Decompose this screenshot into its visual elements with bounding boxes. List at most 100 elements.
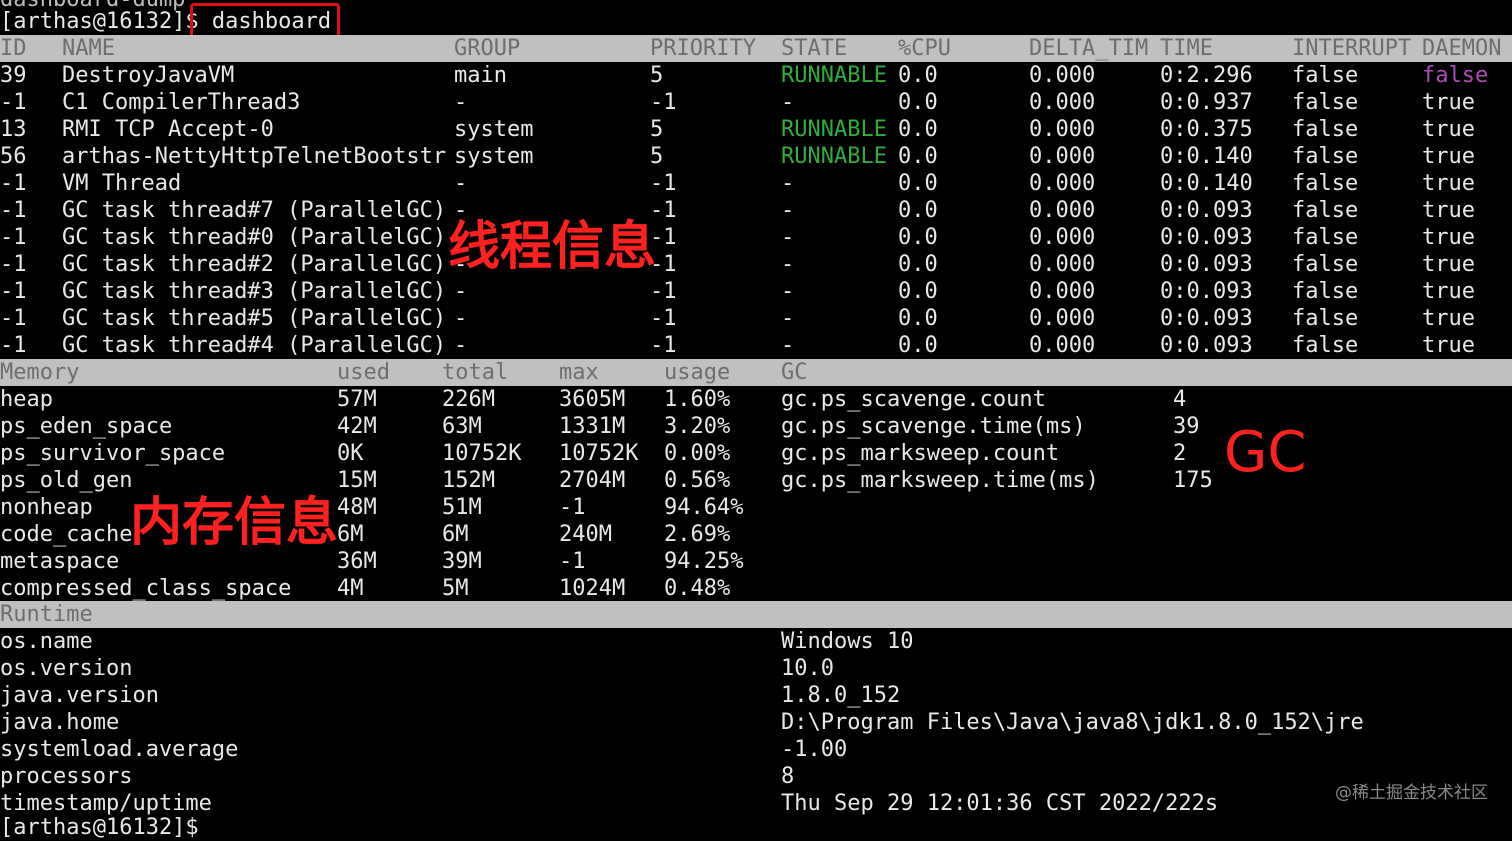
runtime-value: Windows 10 [781, 629, 914, 654]
thread-interrupt: false [1292, 225, 1359, 250]
thread-cpu: 0.0 [898, 279, 938, 304]
memory-usage: 94.25% [664, 549, 744, 574]
memory-name: metaspace [0, 549, 120, 574]
thread-name: GC task thread#3 (ParallelGC) [62, 279, 447, 304]
thread-row[interactable]: -1 GC task thread#4 (ParallelGC) - -1-0.0 0.… [0, 332, 1512, 359]
thread-id: -1 [0, 333, 27, 358]
runtime-row: os.name Windows 10 [0, 628, 1512, 655]
col-name: NAME [62, 36, 115, 61]
thread-id: -1 [0, 90, 27, 115]
thread-delta-time: 0.000 [1029, 90, 1096, 115]
thread-id: 13 [0, 117, 27, 142]
col-memory: Memory [0, 360, 80, 385]
memory-row: nonheap 48M 51M -1 94.64% [0, 494, 780, 521]
thread-daemon: true [1422, 225, 1475, 250]
thread-name: RMI TCP Accept-0 [62, 117, 274, 142]
thread-id: -1 [0, 171, 27, 196]
thread-id: -1 [0, 225, 27, 250]
col-daemon: DAEMON [1422, 36, 1502, 61]
thread-group: - [454, 333, 468, 358]
runtime-key: java.home [0, 710, 120, 735]
thread-interrupt: false [1292, 252, 1359, 277]
thread-priority: -1 [650, 333, 677, 358]
thread-group: - [454, 171, 468, 196]
thread-daemon: false [1422, 63, 1489, 88]
thread-cpu: 0.0 [898, 90, 938, 115]
thread-delta-time: 0.000 [1029, 306, 1096, 331]
thread-row[interactable]: -1 GC task thread#5 (ParallelGC) - -1-0.0 0.… [0, 305, 1512, 332]
thread-row[interactable]: -1 C1 CompilerThread3 - -1 - 0.0 0.000 0:0.937 f… [0, 89, 1512, 116]
thread-row[interactable]: 39 DestroyJavaVM main 5 RUNNABLE 0.0 0.000 0:2.… [0, 62, 1512, 89]
runtime-value: Thu Sep 29 12:01:36 CST 2022/222s [781, 791, 1219, 816]
thread-row[interactable]: -1 GC task thread#0 (ParallelGC) - -1-0.0 0.… [0, 224, 1512, 251]
memory-used: 48M [337, 495, 377, 520]
shell-prompt: [arthas@16132]$ [0, 9, 212, 34]
thread-daemon: true [1422, 279, 1475, 304]
thread-state: RUNNABLE [781, 63, 887, 88]
thread-row[interactable]: -1 VM Thread - -1 - 0.0 0.000 0:0.140 false true [0, 170, 1512, 197]
memory-total: 6M [442, 522, 469, 547]
thread-table-header: ID NAME GROUP PRIORITY STATE %CPU DELTA_… [0, 35, 1512, 62]
memory-total: 39M [442, 549, 482, 574]
thread-id: -1 [0, 198, 27, 223]
threads-annotation: 线程信息 [448, 217, 657, 277]
thread-interrupt: false [1292, 198, 1359, 223]
thread-delta-time: 0.000 [1029, 171, 1096, 196]
thread-daemon: true [1422, 306, 1475, 331]
thread-time: 0:0.140 [1160, 144, 1253, 169]
thread-state: - [781, 171, 795, 196]
memory-name: nonheap [0, 495, 93, 520]
memory-max: -1 [559, 495, 586, 520]
gc-value: 39 [1173, 414, 1200, 439]
runtime-key: timestamp/uptime [0, 791, 212, 816]
thread-cpu: 0.0 [898, 306, 938, 331]
runtime-value: 10.0 [781, 656, 834, 681]
thread-row[interactable]: -1 GC task thread#7 (ParallelGC) - -1-0.0 0.… [0, 197, 1512, 224]
thread-row[interactable]: -1 GC task thread#2 (ParallelGC) - -1-0.0 0.… [0, 251, 1512, 278]
memory-annotation: 内存信息 [130, 493, 339, 553]
memory-total: 5M [442, 576, 469, 601]
memory-max: 1024M [559, 576, 626, 601]
thread-cpu: 0.0 [898, 171, 938, 196]
memory-used: 4M [337, 576, 364, 601]
col-cpu: %CPU [898, 36, 951, 61]
runtime-value: 1.8.0_152 [781, 683, 901, 708]
thread-row[interactable]: 56 arthas-NettyHttpTelnetBootstr system 5 RU… [0, 143, 1512, 170]
thread-id: 39 [0, 63, 27, 88]
memory-usage: 0.48% [664, 576, 731, 601]
thread-name: DestroyJavaVM [62, 63, 235, 88]
thread-delta-time: 0.000 [1029, 333, 1096, 358]
thread-row[interactable]: 13 RMI TCP Accept-0 system 5 RUNNABLE 0.0 0.00… [0, 116, 1512, 143]
thread-name: GC task thread#4 (ParallelGC) [62, 333, 447, 358]
thread-id: -1 [0, 306, 27, 331]
thread-row[interactable]: -1 GC task thread#3 (ParallelGC) - -1-0.0 0.… [0, 278, 1512, 305]
thread-delta-time: 0.000 [1029, 225, 1096, 250]
memory-used: 6M [337, 522, 364, 547]
memory-row: metaspace 36M 39M -1 94.25% [0, 548, 780, 575]
thread-delta-time: 0.000 [1029, 198, 1096, 223]
next-shell-prompt[interactable]: [arthas@16132]$ [0, 814, 199, 841]
thread-daemon: true [1422, 333, 1475, 358]
thread-name: GC task thread#2 (ParallelGC) [62, 252, 447, 277]
runtime-row: java.home D:\Program Files\Java\java8\jdk… [0, 709, 1512, 736]
col-priority: PRIORITY [650, 36, 756, 61]
memory-max: 240M [559, 522, 612, 547]
memory-name: compressed_class_space [0, 576, 292, 601]
col-group: GROUP [454, 36, 521, 61]
memory-usage: 94.64% [664, 495, 744, 520]
thread-group: system [454, 117, 534, 142]
thread-priority: 5 [650, 117, 664, 142]
thread-delta-time: 0.000 [1029, 144, 1096, 169]
thread-time: 0:0.093 [1160, 252, 1253, 277]
thread-priority: -1 [650, 171, 677, 196]
thread-time: 0:0.093 [1160, 306, 1253, 331]
thread-priority: 5 [650, 63, 664, 88]
thread-time: 0:0.093 [1160, 279, 1253, 304]
col-delta-time: DELTA_TIM [1029, 36, 1149, 61]
thread-cpu: 0.0 [898, 333, 938, 358]
gc-metric: gc.ps_scavenge.count [781, 387, 1046, 412]
thread-time: 0:0.375 [1160, 117, 1253, 142]
runtime-row: systemload.average -1.00 [0, 736, 1512, 763]
runtime-key: os.version [0, 656, 133, 681]
thread-interrupt: false [1292, 117, 1359, 142]
